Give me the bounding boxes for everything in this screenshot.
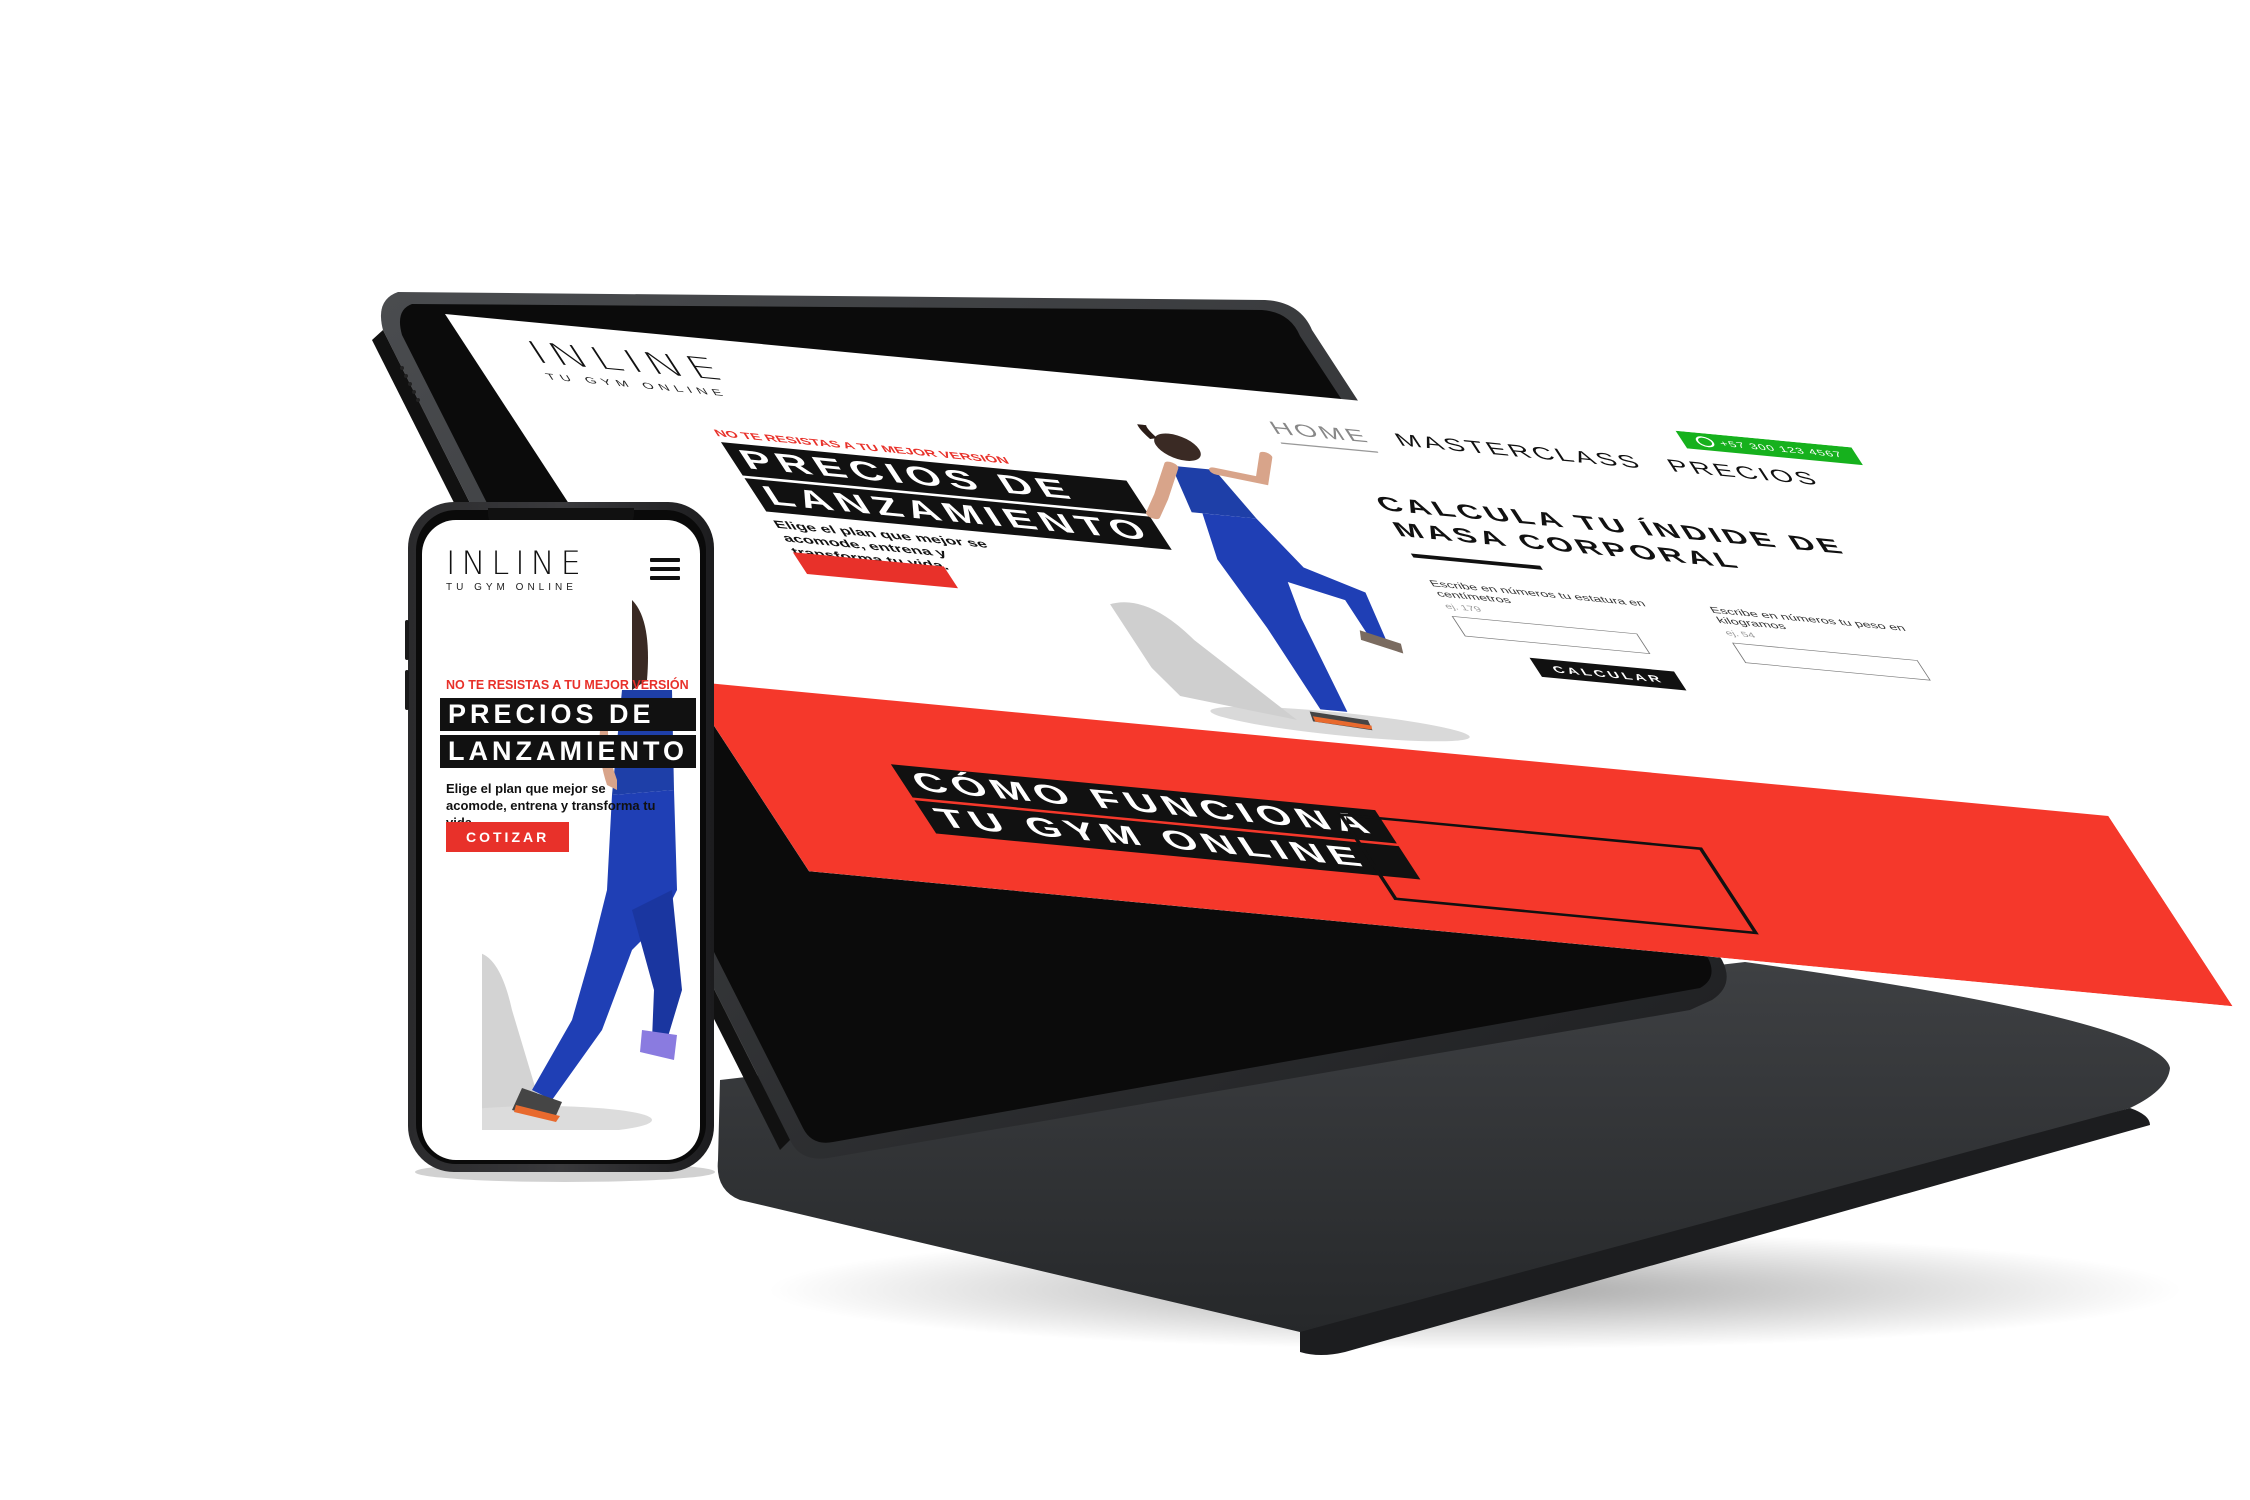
phone-hero-title: PRECIOS DE LANZAMIENTO	[440, 698, 696, 772]
cotizar-button[interactable]: COTIZAR	[446, 822, 570, 852]
phone-title-line1: PRECIOS DE	[440, 698, 696, 731]
phone-title-line2: LANZAMIENTO	[440, 735, 696, 768]
phone-logo[interactable]: INLINE TU GYM ONLINE	[446, 544, 587, 593]
logo-wordmark: INLINE	[446, 544, 587, 582]
phone-hero-eyebrow: NO TE RESISTAS A TU MEJOR VERSIÓN	[446, 678, 689, 692]
athlete-image	[482, 600, 682, 1130]
phone-device	[405, 502, 715, 1182]
hamburger-menu-icon[interactable]	[650, 558, 680, 585]
phone-screen: INLINE TU GYM ONLINE NO TE RESISTAS A TU…	[422, 520, 700, 1160]
